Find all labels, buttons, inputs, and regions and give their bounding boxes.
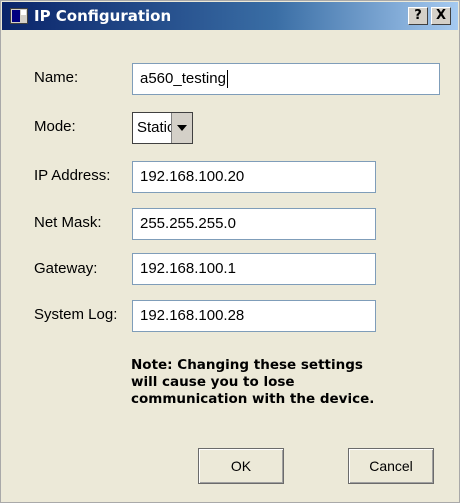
ok-button[interactable]: OK bbox=[198, 448, 284, 484]
chevron-down-icon[interactable] bbox=[171, 113, 192, 143]
close-button[interactable]: X bbox=[431, 7, 451, 25]
ip-address-label: IP Address: bbox=[34, 167, 111, 184]
ip-address-field[interactable]: 192.168.100.20 bbox=[132, 161, 376, 193]
name-label: Name: bbox=[34, 69, 79, 86]
name-value: a560_testing bbox=[140, 70, 226, 87]
gateway-field[interactable]: 192.168.100.1 bbox=[132, 253, 376, 285]
system-log-label: System Log: bbox=[34, 306, 118, 323]
net-mask-field[interactable]: 255.255.255.0 bbox=[132, 208, 376, 240]
warning-note: Note: Changing these settings will cause… bbox=[131, 357, 375, 407]
window-app-icon bbox=[10, 8, 28, 24]
help-button[interactable]: ? bbox=[408, 7, 428, 25]
mode-select[interactable]: Static bbox=[132, 112, 193, 144]
name-field[interactable]: a560_testing bbox=[132, 63, 440, 95]
mode-label: Mode: bbox=[34, 118, 76, 135]
title-bar: IP Configuration ? X bbox=[2, 2, 458, 30]
text-cursor bbox=[226, 70, 228, 89]
gateway-label: Gateway: bbox=[34, 260, 98, 277]
mode-value: Static bbox=[137, 119, 175, 136]
cancel-button[interactable]: Cancel bbox=[348, 448, 434, 484]
window-title: IP Configuration bbox=[34, 7, 172, 25]
net-mask-label: Net Mask: bbox=[34, 214, 102, 231]
ip-configuration-dialog: IP Configuration ? X Name: a560_testing … bbox=[0, 0, 460, 503]
system-log-field[interactable]: 192.168.100.28 bbox=[132, 300, 376, 332]
